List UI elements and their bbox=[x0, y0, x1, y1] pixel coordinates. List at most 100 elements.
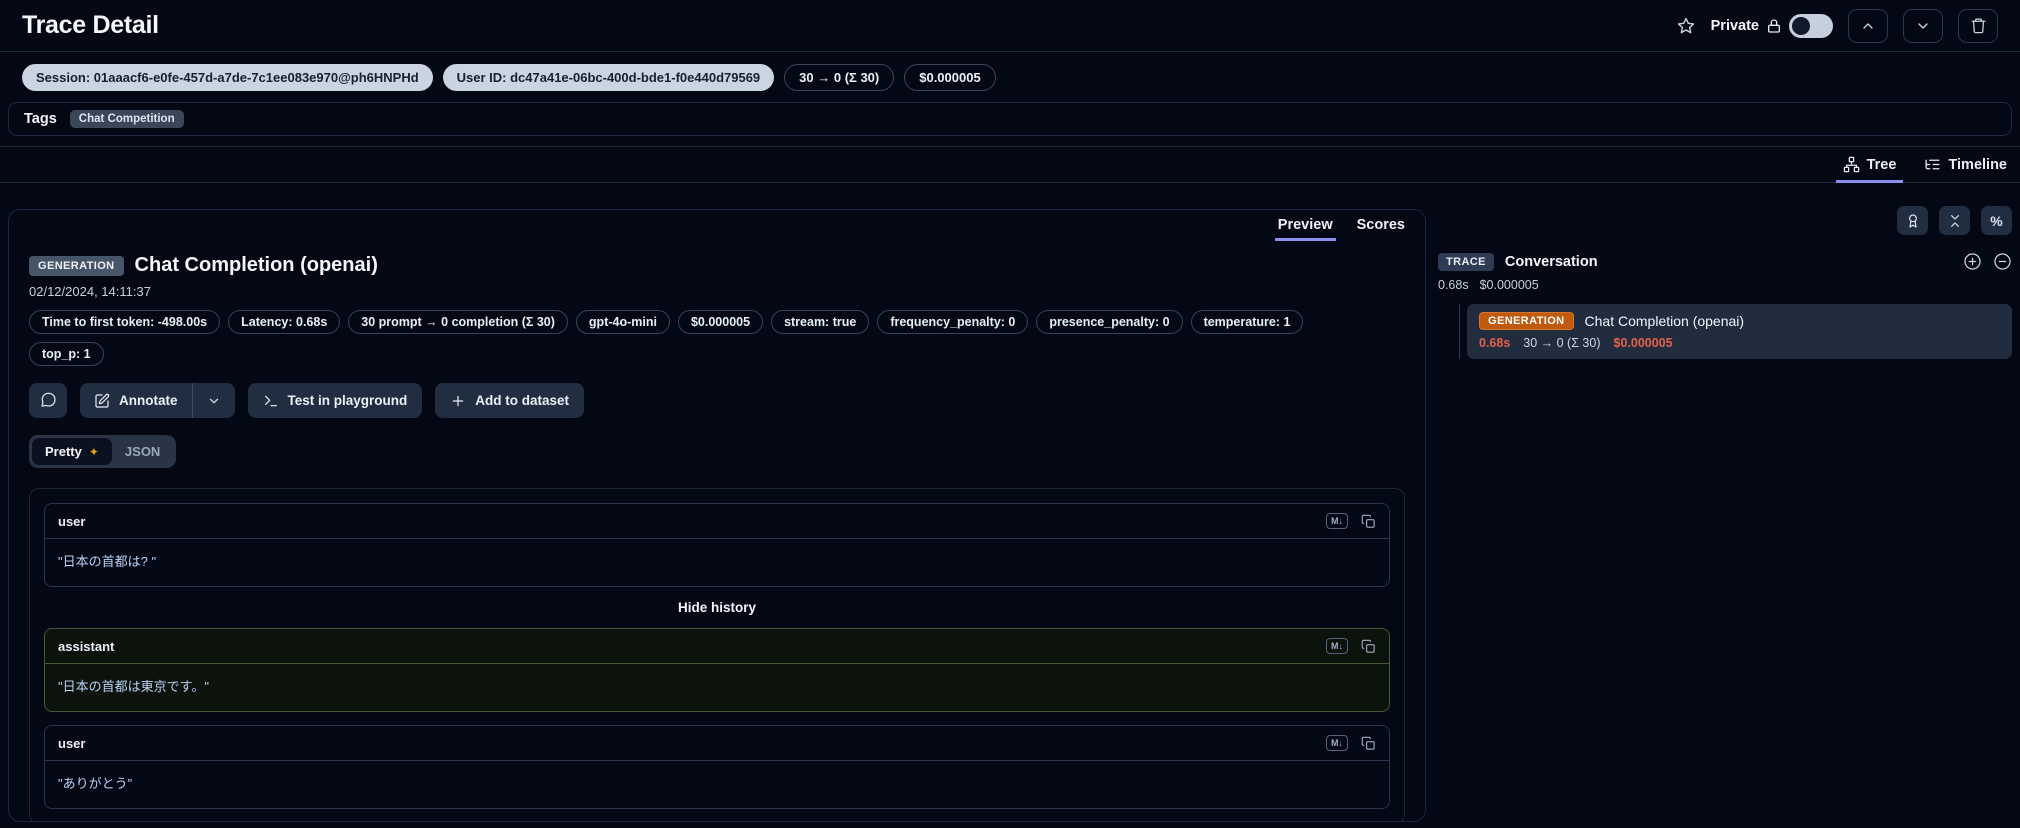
privacy-control: Private bbox=[1710, 13, 1833, 38]
copy-icon[interactable] bbox=[1361, 736, 1376, 751]
pill-cost: $0.000005 bbox=[677, 310, 764, 334]
message-tools: M↓ bbox=[1326, 513, 1376, 529]
trace-root-node[interactable]: TRACE Conversation bbox=[1438, 252, 2012, 271]
add-to-dataset-button[interactable]: Add to dataset bbox=[435, 383, 585, 418]
format-pretty-segment[interactable]: Pretty ✦ bbox=[32, 438, 112, 465]
messages-container: user M↓ "日本の首都は? " Hide history assistan… bbox=[29, 488, 1405, 821]
add-to-dataset-label: Add to dataset bbox=[475, 393, 570, 408]
message-user-2: user M↓ "ありがとう" bbox=[44, 725, 1390, 809]
toggle-scores-button[interactable] bbox=[1897, 206, 1928, 235]
total-cost-badge: $0.000005 bbox=[904, 64, 996, 91]
message-assistant: assistant M↓ "日本の首都は東京です。" bbox=[44, 628, 1390, 712]
collapse-all-button[interactable] bbox=[1939, 206, 1970, 235]
session-badge[interactable]: Session: 01aaacf6-e0fe-457d-a7de-7c1ee08… bbox=[22, 64, 433, 91]
pill-model[interactable]: gpt-4o-mini bbox=[575, 310, 670, 334]
chevron-down-icon bbox=[1915, 18, 1931, 34]
message-content: "日本の首都は東京です。" bbox=[58, 679, 209, 694]
trace-cost: $0.000005 bbox=[1479, 278, 1539, 292]
hide-history-button[interactable]: Hide history bbox=[44, 600, 1390, 615]
tab-tree[interactable]: Tree bbox=[1835, 154, 1904, 183]
tree-icon bbox=[1843, 156, 1860, 173]
generation-latency: 0.68s bbox=[1479, 336, 1511, 350]
toggle-metrics-button[interactable]: % bbox=[1981, 206, 2012, 235]
expand-all-icon[interactable] bbox=[1963, 252, 1982, 271]
view-mode-tabs: Tree Timeline bbox=[0, 147, 2020, 183]
chevrons-down-up-icon bbox=[1947, 213, 1963, 229]
bookmark-star-icon[interactable] bbox=[1676, 16, 1696, 36]
copy-icon[interactable] bbox=[1361, 639, 1376, 654]
trace-type-badge: TRACE bbox=[1438, 252, 1494, 271]
annotate-dropdown-button[interactable] bbox=[193, 383, 235, 418]
message-tools: M↓ bbox=[1326, 638, 1376, 654]
tab-timeline[interactable]: Timeline bbox=[1923, 154, 2008, 182]
observation-timestamp: 02/12/2024, 14:11:37 bbox=[29, 284, 151, 299]
pill-time-to-first-token: Time to first token: -498.00s bbox=[29, 310, 221, 334]
metric-pills: Time to first token: -498.00s Latency: 0… bbox=[29, 310, 1374, 366]
header-actions: Private bbox=[1676, 8, 1998, 43]
markdown-toggle-icon[interactable]: M↓ bbox=[1326, 638, 1348, 654]
next-trace-button[interactable] bbox=[1903, 8, 1943, 43]
trace-latency: 0.68s bbox=[1438, 278, 1469, 292]
message-header: user M↓ bbox=[45, 504, 1389, 539]
content-area: Preview Scores GENERATION Chat Completio… bbox=[0, 183, 2020, 822]
trace-name: Conversation bbox=[1504, 253, 1598, 270]
pretty-label: Pretty bbox=[45, 444, 82, 459]
message-role: user bbox=[58, 735, 86, 751]
observation-tabs: Preview Scores bbox=[9, 210, 1425, 241]
tag-chip[interactable]: Chat Competition bbox=[69, 110, 184, 128]
message-content: "ありがとう" bbox=[58, 776, 133, 791]
tab-scores[interactable]: Scores bbox=[1357, 217, 1405, 241]
message-user-1: user M↓ "日本の首都は? " bbox=[44, 503, 1390, 587]
lock-icon bbox=[1766, 18, 1782, 34]
toggle-knob bbox=[1792, 16, 1810, 35]
public-toggle[interactable] bbox=[1789, 13, 1833, 38]
trace-tree-panel: % TRACE Conversation 0.68s $0.000005 GEN… bbox=[1438, 206, 2012, 359]
square-pen-icon bbox=[94, 393, 110, 409]
trace-metrics: 0.68s $0.000005 bbox=[1438, 278, 2012, 292]
tab-preview[interactable]: Preview bbox=[1274, 217, 1336, 241]
comments-button[interactable] bbox=[29, 383, 67, 418]
generation-cost: $0.000005 bbox=[1613, 336, 1673, 350]
header-bar: Trace Detail Private bbox=[0, 0, 2020, 52]
message-tools: M↓ bbox=[1326, 735, 1376, 751]
test-in-playground-button[interactable]: Test in playground bbox=[247, 383, 423, 418]
user-id-badge[interactable]: User ID: dc47a41e-06bc-400d-bde1-f0e440d… bbox=[442, 64, 775, 91]
pill-stream: stream: true bbox=[771, 310, 870, 334]
annotate-label: Annotate bbox=[119, 393, 178, 408]
tags-row: Tags Chat Competition bbox=[8, 102, 2012, 136]
collapse-all-icon[interactable] bbox=[1993, 252, 2012, 271]
trash-icon bbox=[1970, 17, 1987, 34]
message-content: "日本の首都は? " bbox=[58, 554, 157, 569]
observation-title: Chat Completion (openai) bbox=[134, 254, 378, 276]
pill-temperature: temperature: 1 bbox=[1190, 310, 1304, 334]
pill-latency: Latency: 0.68s bbox=[228, 310, 341, 334]
previous-trace-button[interactable] bbox=[1848, 8, 1888, 43]
format-json-segment[interactable]: JSON bbox=[112, 438, 173, 465]
annotate-button[interactable]: Annotate bbox=[80, 383, 192, 418]
generation-type-badge: GENERATION bbox=[29, 255, 124, 276]
terminal-icon bbox=[263, 393, 279, 409]
pill-token-usage: 30 prompt → 0 completion (Σ 30) bbox=[348, 310, 568, 334]
chevron-down-icon bbox=[207, 394, 221, 408]
tab-timeline-label: Timeline bbox=[1948, 156, 2007, 173]
generation-tokens: 30 → 0 (Σ 30) bbox=[1523, 336, 1601, 350]
sparkles-icon: ✦ bbox=[88, 444, 99, 459]
trace-meta-row: Session: 01aaacf6-e0fe-457d-a7de-7c1ee08… bbox=[22, 64, 1998, 91]
tab-tree-label: Tree bbox=[1866, 156, 1897, 173]
generation-node-selected[interactable]: GENERATION Chat Completion (openai) 0.68… bbox=[1467, 304, 2012, 359]
message-header: user M↓ bbox=[45, 726, 1389, 761]
delete-trace-button[interactable] bbox=[1958, 8, 1998, 43]
tags-label: Tags bbox=[24, 111, 57, 127]
playground-label: Test in playground bbox=[287, 393, 408, 408]
list-tree-icon bbox=[1924, 156, 1941, 173]
generation-node-metrics: 0.68s 30 → 0 (Σ 30) $0.000005 bbox=[1479, 336, 2000, 350]
copy-icon[interactable] bbox=[1361, 514, 1376, 529]
action-buttons-row: Annotate Test in playground Add to datas… bbox=[29, 383, 1405, 418]
page-title: Trace Detail bbox=[22, 11, 159, 39]
plus-icon bbox=[450, 393, 466, 409]
message-header: assistant M↓ bbox=[45, 629, 1389, 664]
markdown-toggle-icon[interactable]: M↓ bbox=[1326, 513, 1348, 529]
generation-node-header: GENERATION Chat Completion (openai) bbox=[1479, 312, 2000, 330]
markdown-toggle-icon[interactable]: M↓ bbox=[1326, 735, 1348, 751]
privacy-label: Private bbox=[1710, 17, 1759, 34]
